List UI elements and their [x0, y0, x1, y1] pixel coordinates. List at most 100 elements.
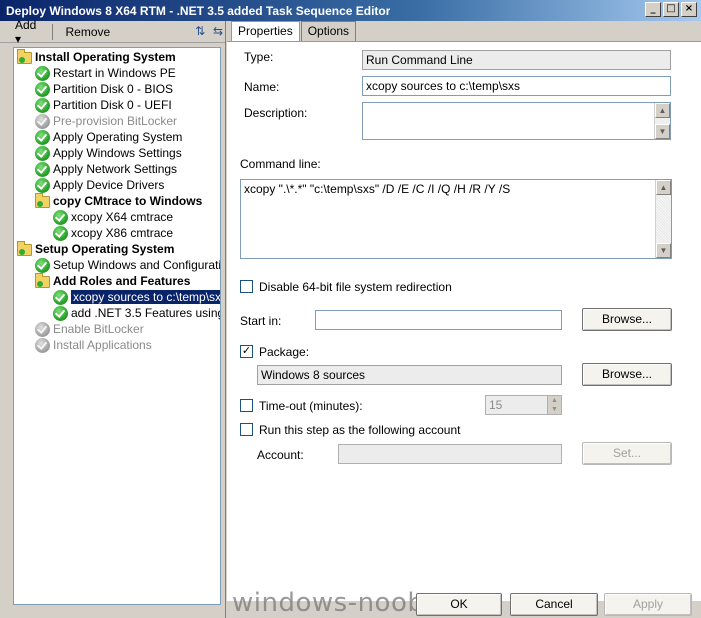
command-line-scrollbar[interactable]: ▲ ▼: [655, 180, 671, 258]
package-field: Windows 8 sources: [257, 365, 562, 385]
disabled-step-icon: [35, 321, 50, 337]
step-check-icon: [35, 97, 50, 113]
account-input[interactable]: [338, 444, 562, 464]
remove-button[interactable]: Remove: [59, 22, 118, 42]
section-divider: [239, 147, 674, 148]
tree-item-label: Pre-provision BitLocker: [53, 114, 178, 128]
tree-item[interactable]: copy CMtrace to Windows: [35, 193, 202, 209]
package-checkbox[interactable]: ✓: [240, 345, 253, 358]
tree-item[interactable]: Apply Windows Settings: [35, 145, 182, 161]
command-line-input[interactable]: xcopy ".\*.*" "c:\temp\sxs" /D /E /C /I …: [240, 179, 672, 259]
tree-item[interactable]: xcopy X86 cmtrace: [53, 225, 173, 241]
scroll-up-icon[interactable]: ▲: [655, 103, 670, 118]
timeout-spinner[interactable]: ▲ ▼: [547, 396, 561, 414]
tree-item-label: xcopy X64 cmtrace: [71, 210, 174, 224]
tree-item[interactable]: Restart in Windows PE: [35, 65, 176, 81]
tree-item-label: Install Applications: [53, 338, 152, 352]
tree-item-label: Add Roles and Features: [53, 274, 191, 288]
group-folder-icon: [17, 241, 32, 256]
move-down-icon[interactable]: ⇆: [211, 24, 225, 40]
move-up-icon[interactable]: ⇅: [193, 24, 207, 40]
group-folder-icon: [17, 49, 32, 64]
name-label: Name:: [244, 80, 280, 94]
tree-item[interactable]: add .NET 3.5 Features using DISM: [53, 305, 220, 321]
tree-item[interactable]: Install Operating System: [17, 49, 176, 65]
tree-item[interactable]: Pre-provision BitLocker: [35, 113, 177, 129]
start-in-input[interactable]: [315, 310, 562, 330]
step-check-icon: [53, 289, 68, 305]
scroll-down-icon[interactable]: ▼: [656, 243, 671, 258]
tree-item[interactable]: Setup Windows and Configuration: [35, 257, 221, 273]
tree-item-label: Restart in Windows PE: [53, 66, 176, 80]
step-check-icon: [35, 257, 50, 273]
tree-item[interactable]: xcopy X64 cmtrace: [53, 209, 173, 225]
tree-item-label: Apply Network Settings: [53, 162, 178, 176]
step-check-icon: [35, 177, 50, 193]
tree-item[interactable]: Apply Device Drivers: [35, 177, 164, 193]
disabled-step-icon: [35, 113, 50, 129]
disable-redirection-label: Disable 64-bit file system redirection: [259, 280, 452, 294]
step-check-icon: [53, 305, 68, 321]
disable-redirection-checkbox[interactable]: [240, 280, 253, 293]
account-label: Account:: [257, 448, 304, 462]
window-controls: _ □ ×: [645, 2, 697, 17]
tree-item-label: add .NET 3.5 Features using DISM: [71, 306, 220, 320]
description-input[interactable]: ▲ ▼: [362, 102, 671, 140]
tab-properties[interactable]: Properties: [231, 21, 300, 42]
apply-button[interactable]: Apply: [604, 593, 692, 616]
timeout-label: Time-out (minutes):: [259, 399, 363, 413]
tab-strip: Properties Options: [231, 21, 357, 42]
package-browse-button[interactable]: Browse...: [582, 363, 672, 386]
tree-item[interactable]: Install Applications: [35, 337, 152, 353]
tree-item[interactable]: Enable BitLocker: [35, 321, 144, 337]
task-sequence-tree[interactable]: Install Operating System Restart in Windo…: [13, 47, 221, 605]
set-account-button[interactable]: Set...: [582, 442, 672, 465]
close-button[interactable]: ×: [681, 2, 697, 17]
command-line-label: Command line:: [240, 157, 321, 171]
tree-item-label: Enable BitLocker: [53, 322, 144, 336]
tree-item-label: Setup Windows and Configuration: [53, 258, 221, 272]
properties-panel: Type: Run Command Line Name: xcopy sourc…: [227, 41, 701, 601]
description-label: Description:: [244, 106, 308, 120]
command-line-text: xcopy ".\*.*" "c:\temp\sxs" /D /E /C /I …: [244, 182, 511, 196]
scroll-up-icon[interactable]: ▲: [656, 180, 671, 195]
step-check-icon: [35, 161, 50, 177]
step-check-icon: [35, 65, 50, 81]
step-check-icon: [53, 209, 68, 225]
add-menu-button[interactable]: Add ▾: [8, 15, 46, 49]
name-input[interactable]: xcopy sources to c:\temp\sxs: [362, 76, 671, 96]
tree-item[interactable]: Apply Network Settings: [35, 161, 177, 177]
tree-item-label: Partition Disk 0 - BIOS: [53, 82, 174, 96]
scroll-down-icon[interactable]: ▼: [655, 124, 670, 139]
tree-item-label: xcopy sources to c:\temp\sxs: [71, 290, 220, 304]
timeout-checkbox[interactable]: [240, 399, 253, 412]
start-in-browse-button[interactable]: Browse...: [582, 308, 672, 331]
properties-pane: Properties Options Type: Run Command Lin…: [227, 21, 701, 618]
toolbar-divider: [51, 23, 53, 40]
tree-item[interactable]: xcopy sources to c:\temp\sxs: [53, 289, 220, 305]
tree-item[interactable]: Partition Disk 0 - BIOS: [35, 81, 173, 97]
maximize-button[interactable]: □: [663, 2, 679, 17]
cancel-button[interactable]: Cancel: [510, 593, 598, 616]
ok-button[interactable]: OK: [416, 593, 502, 616]
run-as-label: Run this step as the following account: [259, 423, 461, 437]
tree-item[interactable]: Partition Disk 0 - UEFI: [35, 97, 172, 113]
type-field: Run Command Line: [362, 50, 671, 70]
tree-item-label: Partition Disk 0 - UEFI: [53, 98, 172, 112]
tree-item-label: Apply Device Drivers: [53, 178, 165, 192]
tree-item[interactable]: Add Roles and Features: [35, 273, 190, 289]
timeout-input[interactable]: 15 ▲ ▼: [485, 395, 562, 415]
run-as-checkbox[interactable]: [240, 423, 253, 436]
tree-item-label: copy CMtrace to Windows: [53, 194, 203, 208]
tab-options[interactable]: Options: [300, 21, 357, 42]
tree-item-label: xcopy X86 cmtrace: [71, 226, 174, 240]
task-sequence-pane: Add ▾ Remove ⇅ ⇆ Install Operating Syste…: [0, 18, 226, 618]
package-label: Package:: [259, 345, 310, 359]
step-check-icon: [53, 225, 68, 241]
tree-item[interactable]: Setup Operating System: [17, 241, 174, 257]
tree-item-label: Apply Operating System: [53, 130, 183, 144]
description-scrollbar[interactable]: ▲ ▼: [654, 103, 670, 139]
tree-item[interactable]: Apply Operating System: [35, 129, 182, 145]
step-check-icon: [35, 81, 50, 97]
minimize-button[interactable]: _: [645, 2, 661, 17]
